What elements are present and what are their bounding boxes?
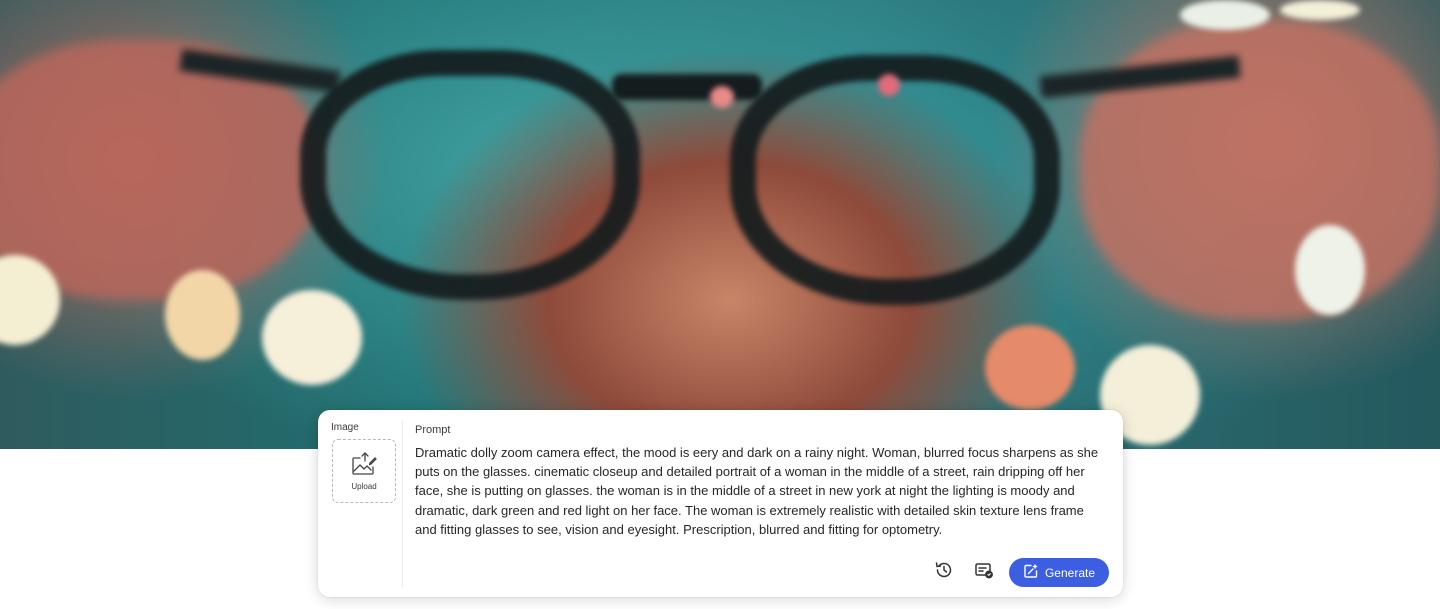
glasses-lens-left: [300, 50, 640, 300]
generation-panel: Image Upload Prompt Dramatic dolly zoom …: [318, 410, 1123, 597]
generation-settings-icon: [974, 560, 994, 585]
upload-button[interactable]: Upload: [332, 439, 396, 503]
bokeh-light: [1295, 225, 1365, 315]
section-divider: [402, 420, 403, 588]
upload-image-icon: [351, 451, 377, 476]
bokeh-light: [262, 290, 362, 385]
generate-button[interactable]: Generate: [1009, 558, 1109, 587]
bokeh-light: [165, 270, 240, 360]
hero-hand-right: [1080, 20, 1440, 320]
image-label: Image: [331, 422, 359, 433]
bokeh-light: [985, 325, 1075, 410]
hero-image: [0, 0, 1440, 449]
history-icon: [934, 560, 954, 585]
history-button[interactable]: [932, 560, 956, 584]
bokeh-light: [878, 74, 900, 96]
prompt-label: Prompt: [415, 424, 451, 436]
generate-label: Generate: [1044, 565, 1096, 580]
upload-label: Upload: [351, 481, 377, 491]
generation-settings-button[interactable]: [972, 560, 996, 584]
bokeh-light: [1180, 0, 1270, 30]
glasses-bridge: [612, 74, 762, 100]
bokeh-light: [710, 86, 734, 108]
image-section: Image Upload: [318, 410, 402, 597]
generate-icon: [1023, 563, 1039, 582]
prompt-input[interactable]: Dramatic dolly zoom camera effect, the m…: [415, 443, 1107, 539]
bokeh-light: [1280, 0, 1360, 20]
